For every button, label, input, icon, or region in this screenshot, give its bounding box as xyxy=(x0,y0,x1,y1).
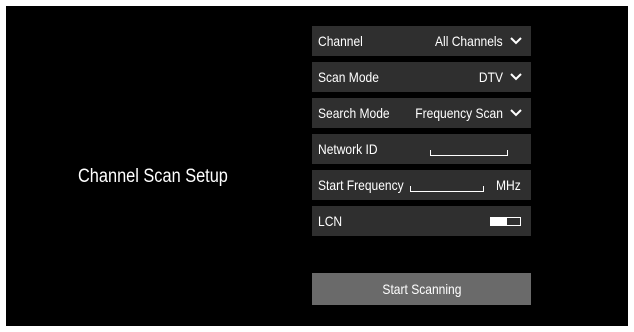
lcn-toggle[interactable] xyxy=(490,217,521,226)
start-frequency-label: Start Frequency xyxy=(318,177,404,193)
search-mode-value: Frequency Scan xyxy=(415,105,503,121)
start-scanning-button[interactable]: Start Scanning xyxy=(312,273,531,305)
toggle-knob xyxy=(491,218,507,225)
search-mode-label: Search Mode xyxy=(318,105,390,121)
network-id-input[interactable] xyxy=(430,150,508,156)
chevron-down-icon[interactable] xyxy=(509,106,523,120)
start-frequency-row: Start Frequency MHz xyxy=(312,170,531,200)
chevron-down-icon[interactable] xyxy=(509,34,523,48)
search-mode-row[interactable]: Search Mode Frequency Scan xyxy=(312,98,531,128)
start-frequency-input[interactable] xyxy=(410,186,484,192)
scan-mode-row[interactable]: Scan Mode DTV xyxy=(312,62,531,92)
chevron-down-icon[interactable] xyxy=(509,70,523,84)
channel-value: All Channels xyxy=(435,33,503,49)
page-title: Channel Scan Setup xyxy=(78,166,228,187)
start-scanning-label: Start Scanning xyxy=(382,281,461,297)
network-id-row: Network ID xyxy=(312,134,531,164)
tv-screen: Channel Scan Setup Channel All Channels … xyxy=(6,6,628,326)
channel-label: Channel xyxy=(318,33,363,49)
lcn-row[interactable]: LCN xyxy=(312,206,531,236)
scan-mode-value: DTV xyxy=(478,69,503,85)
frequency-unit: MHz xyxy=(496,177,521,193)
lcn-label: LCN xyxy=(318,213,343,229)
channel-row[interactable]: Channel All Channels xyxy=(312,26,531,56)
scan-mode-label: Scan Mode xyxy=(318,69,379,85)
network-id-label: Network ID xyxy=(318,141,378,157)
